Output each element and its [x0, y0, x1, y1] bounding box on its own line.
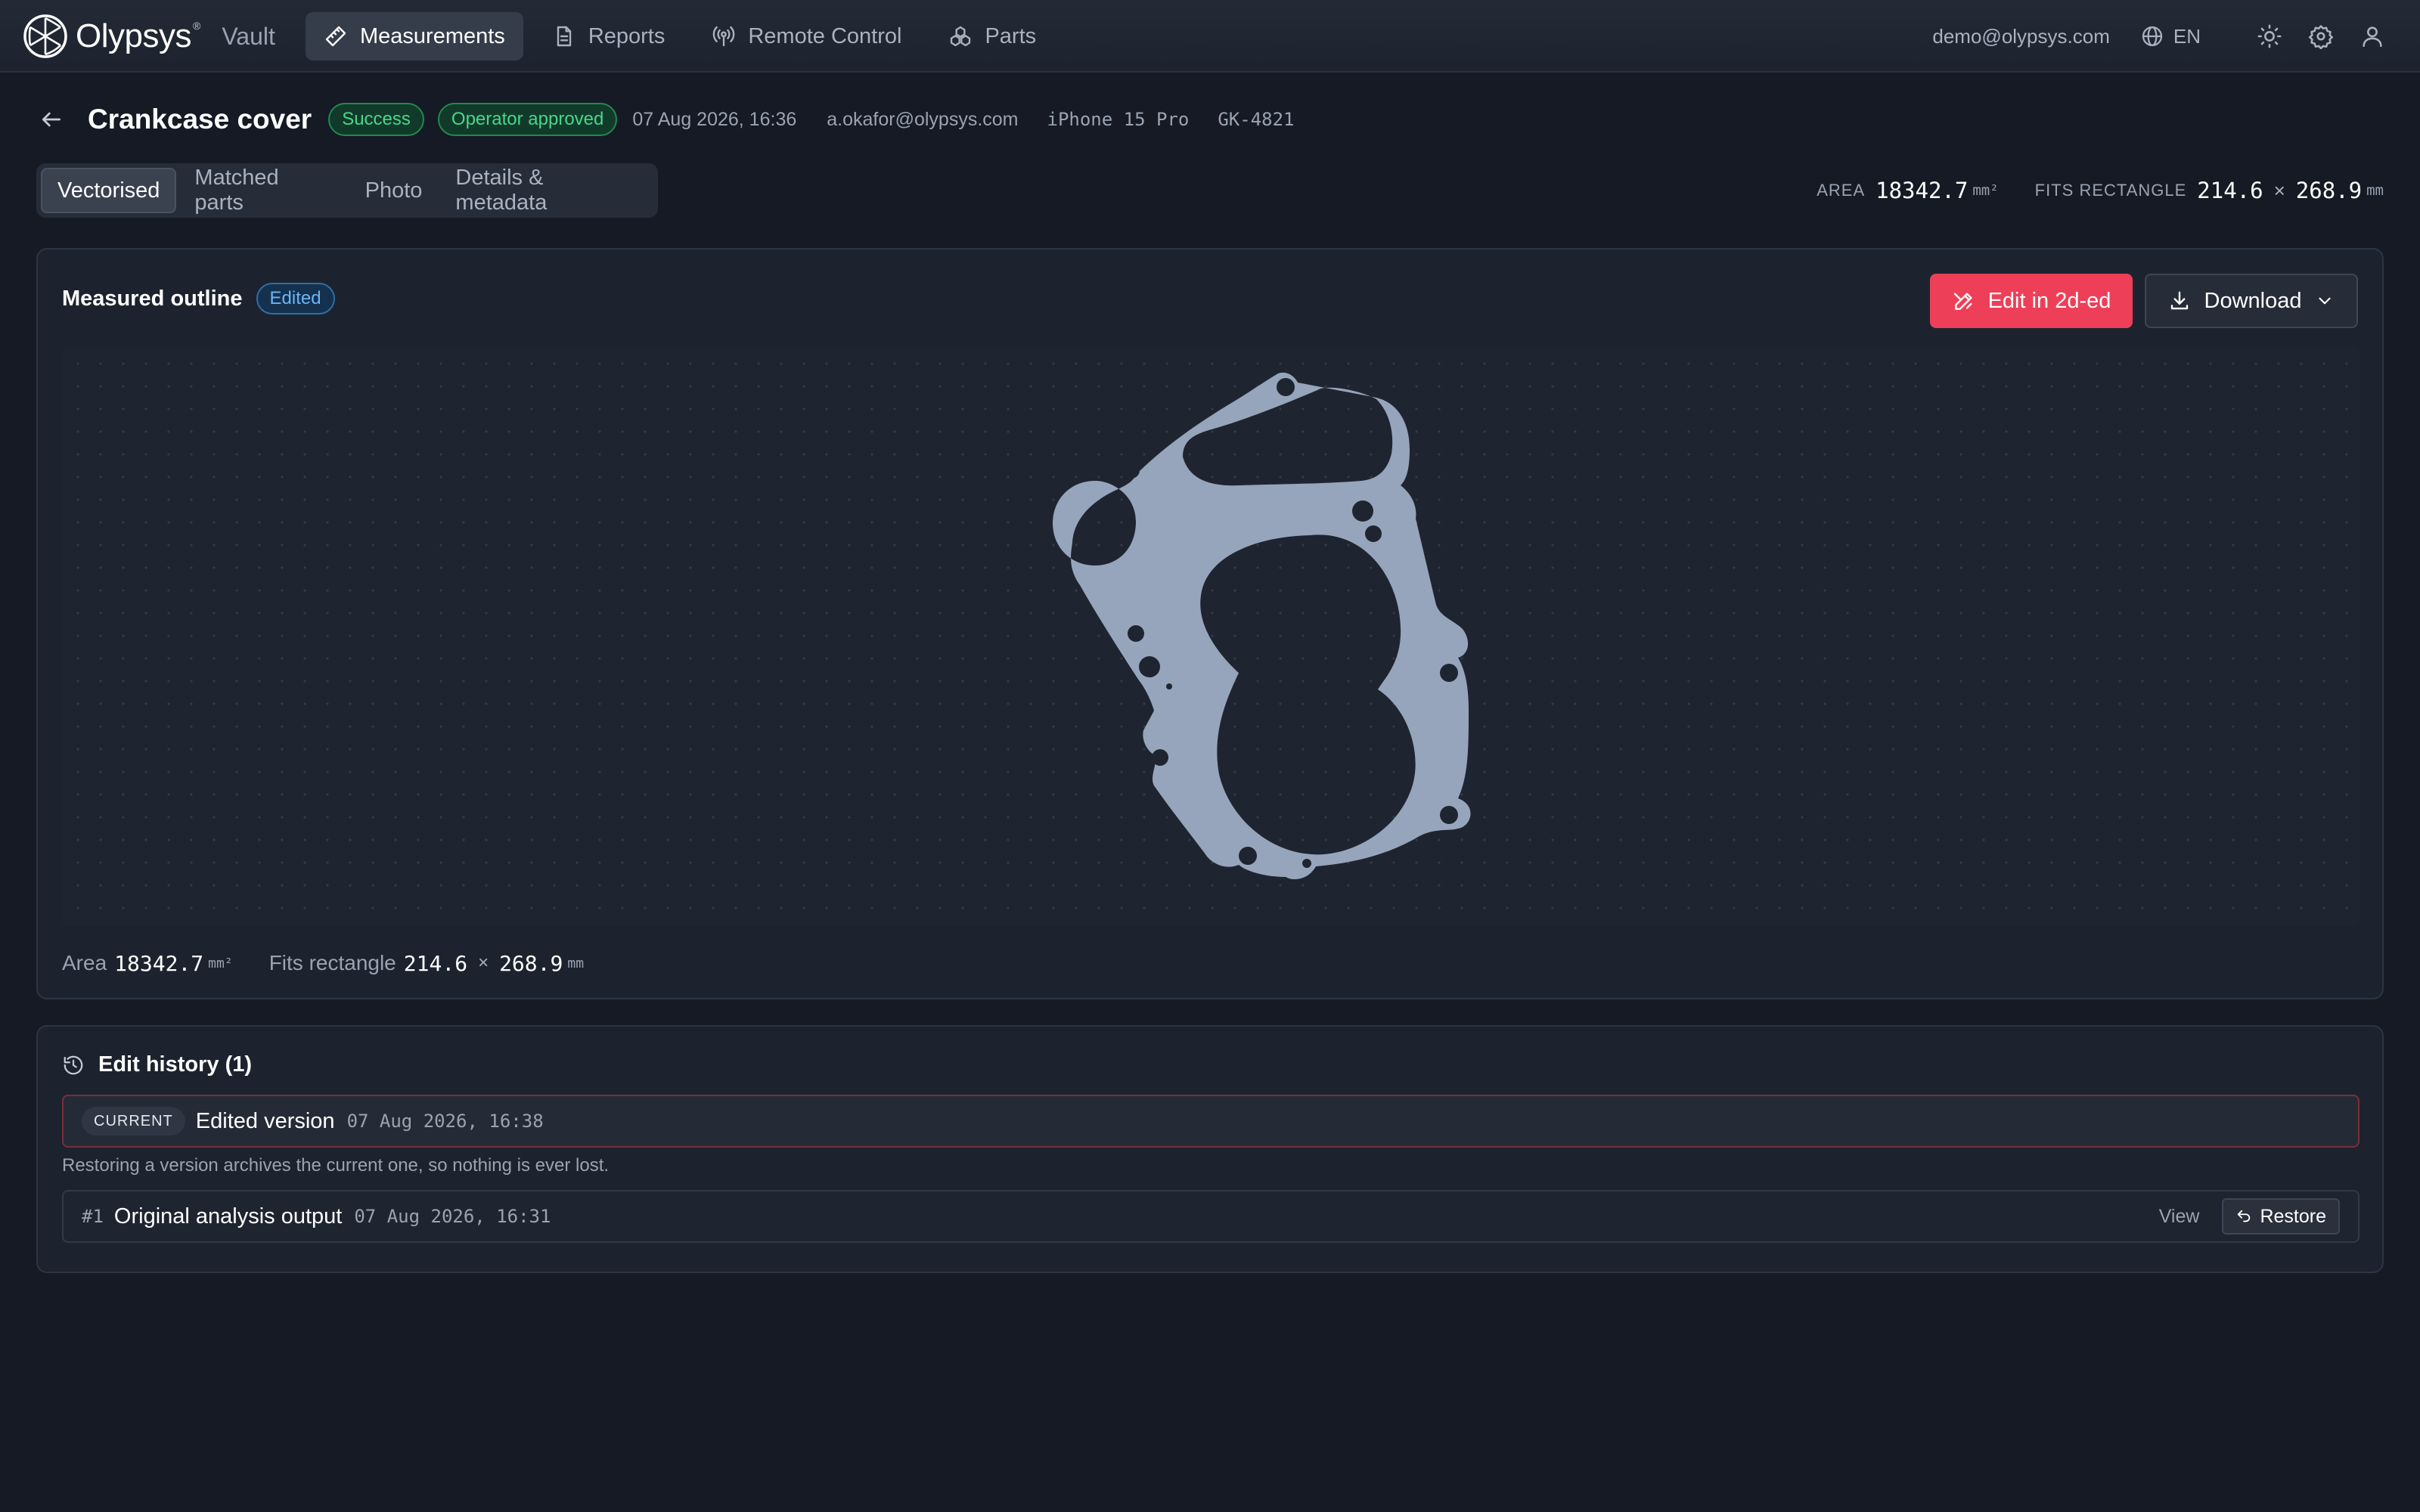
version-name: Edited version: [195, 1108, 335, 1133]
download-icon: [2170, 291, 2188, 310]
undo-icon: [2238, 1210, 2251, 1222]
chevron-down-icon: [2319, 297, 2332, 305]
account-email[interactable]: demo@olypsys.com: [1932, 25, 2109, 48]
version-actions: View Restore: [2159, 1198, 2340, 1235]
ruler-icon: [325, 26, 346, 47]
brand-name: Olypsys: [76, 17, 191, 54]
nav-label: Measurements: [360, 23, 505, 48]
parts-icon: [951, 26, 971, 47]
document-icon: [557, 26, 572, 47]
tab-vectorised[interactable]: Vectorised: [41, 168, 177, 213]
gasket-outline-shape: [1053, 372, 1471, 880]
nav-reports[interactable]: Reports: [534, 12, 684, 60]
version-time: 07 Aug 2026, 16:38: [346, 1111, 544, 1132]
edit-in-2d-ed-button[interactable]: Edit in 2d-ed: [1930, 274, 2133, 328]
page-title: Crankcase cover: [88, 104, 312, 135]
edit-button-label: Edit in 2d-ed: [1987, 288, 2111, 313]
tab-details-metadata[interactable]: Details & metadata: [440, 166, 653, 215]
brand-product: Vault: [222, 22, 275, 50]
foot-fits-unit: mm: [567, 955, 585, 971]
fits-height-value: 268.9: [2295, 178, 2363, 203]
back-arrow-icon[interactable]: [39, 107, 64, 132]
outline-card-header: Measured outline Edited: [62, 283, 335, 314]
outline-canvas[interactable]: [62, 348, 2360, 925]
measurement-datetime: 07 Aug 2026, 16:36: [632, 108, 797, 130]
view-tabs: Vectorised Matched parts Photo Details &…: [36, 163, 658, 218]
version-number: #1: [82, 1206, 104, 1227]
measured-outline-card: Measured outline Edited Edit in 2d-ed Do…: [36, 248, 2384, 999]
gear-icon[interactable]: [2308, 23, 2334, 49]
nav-label: Parts: [985, 23, 1037, 48]
foot-area-label: Area: [62, 951, 107, 974]
nav-label: Remote Control: [748, 23, 902, 48]
edit-history-card: Edit history (1) CURRENT Edited version …: [36, 1025, 2384, 1273]
language-selector[interactable]: EN: [2140, 24, 2201, 48]
olypsys-logo-icon: [23, 14, 67, 58]
edit-history-title: Edit history (1): [98, 1052, 253, 1077]
fits-unit: mm: [2366, 182, 2384, 199]
restore-note: Restoring a version archives the current…: [62, 1155, 610, 1176]
brand[interactable]: Olypsys ® Vault: [23, 12, 275, 60]
nav-measurements[interactable]: Measurements: [306, 12, 523, 60]
foot-times-sign: ×: [478, 953, 489, 973]
top-bar: Olypsys ® Vault Measurements Reports Rem…: [0, 0, 2420, 73]
nav-parts[interactable]: Parts: [930, 12, 1054, 60]
device-name: iPhone 15 Pro: [1047, 109, 1190, 130]
sun-icon[interactable]: [2257, 23, 2282, 49]
fits-width-value: 214.6: [2197, 178, 2263, 203]
version-name: Original analysis output: [113, 1204, 343, 1228]
part-code: GK-4821: [1218, 109, 1295, 130]
main-nav: Measurements Reports Remote Control Part…: [306, 12, 1054, 60]
broadcast-icon: [713, 26, 735, 47]
version-row: #1 Original analysis output 07 Aug 2026,…: [62, 1190, 2360, 1243]
download-button[interactable]: Download: [2145, 274, 2358, 328]
restore-button[interactable]: Restore: [2222, 1198, 2340, 1235]
times-sign: ×: [2273, 178, 2285, 202]
user-icon[interactable]: [2360, 23, 2385, 49]
area-value: 18342.7: [1876, 178, 1969, 203]
approval-badge: Operator approved: [437, 103, 618, 136]
nav-remote-control[interactable]: Remote Control: [693, 12, 920, 60]
area-label: AREA: [1817, 181, 1866, 200]
measurement-header: Crankcase cover Success Operator approve…: [88, 101, 1295, 138]
edit-tool-icon: [1953, 293, 1972, 310]
globe-icon: [2142, 26, 2163, 47]
history-icon: [64, 1055, 83, 1074]
foot-area-value: 18342.7: [114, 950, 204, 976]
language-label: EN: [2173, 24, 2201, 48]
current-version-row: CURRENT Edited version 07 Aug 2026, 16:3…: [62, 1095, 2360, 1148]
status-badge: Success: [328, 103, 424, 136]
current-badge: CURRENT: [82, 1107, 185, 1136]
tab-photo[interactable]: Photo: [350, 168, 438, 213]
measurement-summary: AREA 18342.7 mm² FITS RECTANGLE 214.6 × …: [1817, 174, 2384, 207]
area-unit: mm²: [1972, 182, 1999, 199]
measured-by-user: a.okafor@olypsys.com: [827, 108, 1019, 130]
outline-title: Measured outline: [62, 286, 243, 311]
version-time: 07 Aug 2026, 16:31: [354, 1206, 551, 1227]
outline-dimensions: Area 18342.7 mm² Fits rectangle 214.6 × …: [62, 948, 584, 978]
nav-label: Reports: [588, 23, 666, 48]
restore-button-label: Restore: [2260, 1205, 2326, 1227]
edit-history-header: Edit history (1): [62, 1052, 252, 1077]
foot-area-unit: mm²: [208, 955, 233, 971]
foot-fits-width: 214.6: [403, 950, 468, 976]
top-right-controls: demo@olypsys.com EN: [1932, 12, 2385, 60]
brand-trademark: ®: [192, 20, 201, 32]
edited-badge: Edited: [256, 283, 335, 314]
view-version-link[interactable]: View: [2159, 1206, 2200, 1228]
download-button-label: Download: [2204, 288, 2302, 313]
fits-rectangle-label: FITS RECTANGLE: [2034, 181, 2187, 200]
foot-fits-height: 268.9: [499, 950, 563, 976]
tab-matched-parts[interactable]: Matched parts: [179, 166, 346, 215]
foot-fits-label: Fits rectangle: [268, 951, 396, 974]
